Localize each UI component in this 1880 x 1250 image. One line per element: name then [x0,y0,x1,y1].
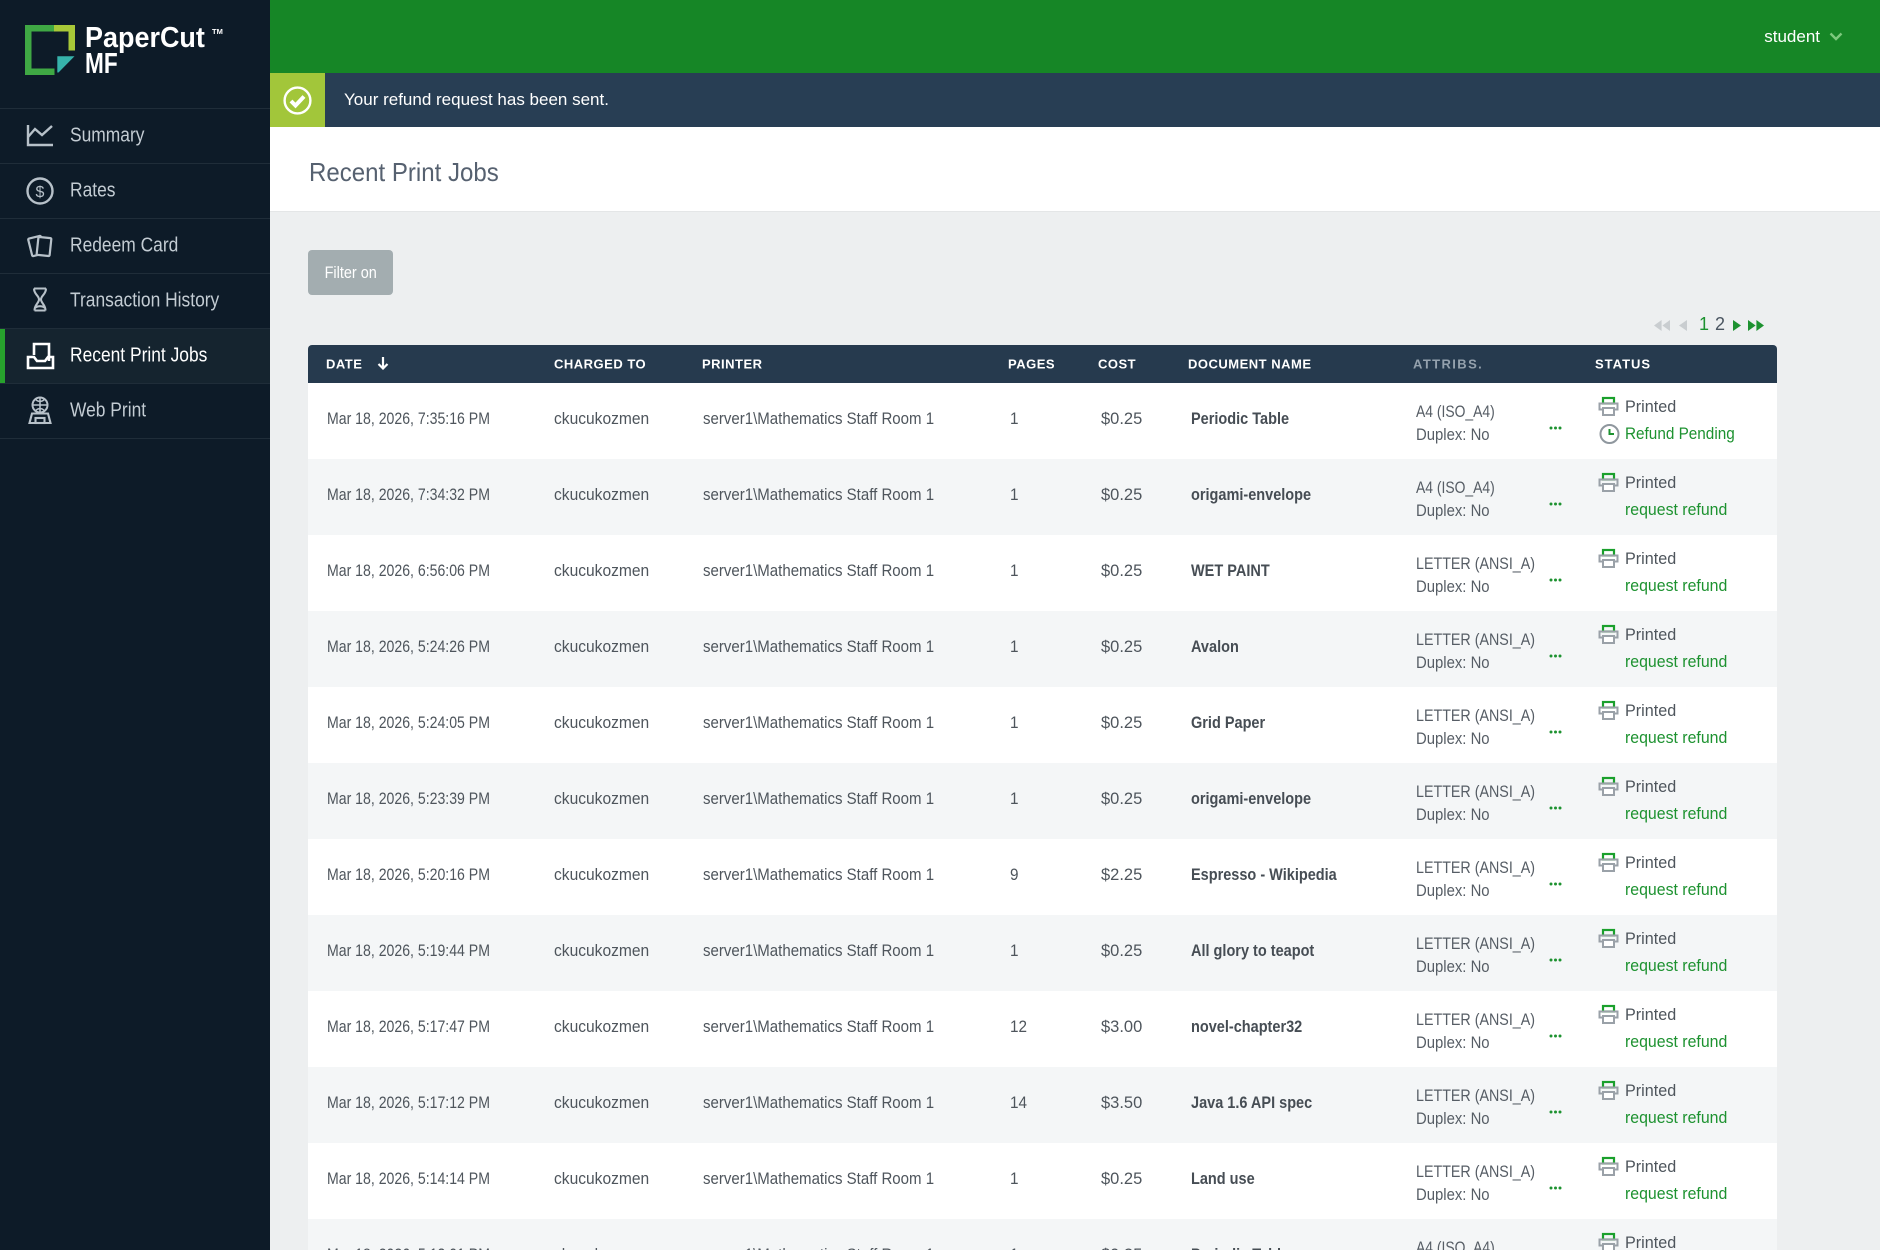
svg-text:MF: MF [85,46,118,75]
svg-text:TM: TM [212,27,223,36]
svg-text:$: $ [36,184,45,201]
